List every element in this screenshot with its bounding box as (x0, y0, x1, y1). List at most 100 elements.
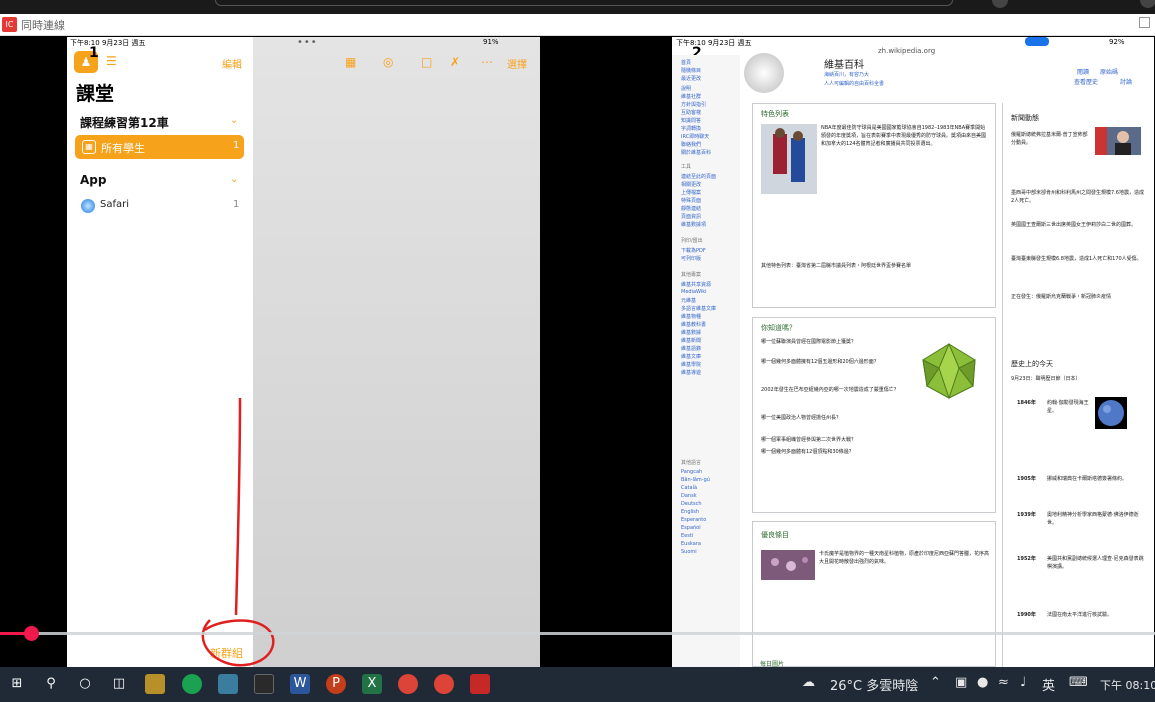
video-progress-handle[interactable] (24, 626, 39, 641)
chrome-icon[interactable] (398, 674, 418, 694)
wiki-nav-link[interactable]: 維基文庫 (681, 353, 701, 360)
history-entry[interactable]: 法國在南太平洋進行核試驗。 (1047, 611, 1147, 643)
history-entry[interactable]: 約翰·伽勒發現海王星。 (1047, 399, 1091, 459)
weather-text[interactable]: 26°C 多雲時陰 (830, 675, 918, 694)
wiki-nav-link[interactable]: 維基物種 (681, 313, 701, 320)
dyk-item[interactable]: 2002年發生在巴布亞紐幾內亞的哪一次地震造成了嚴重傷亡？ (761, 386, 913, 402)
basketball-photo[interactable] (761, 124, 817, 194)
search-icon[interactable]: ⚲ (41, 674, 61, 694)
wiki-nav-link[interactable]: Pangcah (681, 469, 702, 475)
news-item[interactable]: 墨西哥中部米卻肯州和科利馬州之間發生規模7.6地震，造成2人死亡。 (1011, 189, 1145, 213)
wiki-nav-link[interactable]: 元維基 (681, 297, 696, 304)
app-icon[interactable] (218, 674, 238, 694)
putin-photo[interactable] (1095, 127, 1141, 155)
news-ongoing[interactable]: 正在發生：俄羅斯烏克蘭戰爭・新冠肺炎疫情 (1011, 293, 1145, 317)
good-article-box: 優良條目 卡氏魔芋是植物界的一種天南星科植物，原產於印度尼西亞蘇門答臘，花序高大… (752, 521, 996, 667)
wiki-nav-link[interactable]: 知識問答 (681, 117, 701, 124)
did-you-know-box: 你知道嗎？ 哪一位蘇聯演員曾經在國際電影節上獲獎？ 哪一個幾何多面體擁有12個五… (752, 317, 996, 513)
wikipedia-globe-logo[interactable] (744, 53, 784, 93)
wiki-nav-link[interactable]: 方針與指引 (681, 101, 706, 108)
wiki-nav-link[interactable]: Dansk (681, 493, 697, 499)
wiki-nav-link[interactable]: 多語言維基文庫 (681, 305, 716, 312)
cortana-icon[interactable]: ○ (75, 674, 95, 694)
wiki-nav-link[interactable]: 維基數據 (681, 329, 701, 336)
microphone-icon[interactable]: ● (977, 675, 988, 690)
wiki-nav-link[interactable]: 維基社群 (681, 93, 701, 100)
history-entry[interactable]: 奧地利精神分析學家西格蒙德·佛洛伊德逝世。 (1047, 511, 1147, 543)
keyboard-icon[interactable]: ⌨ (1069, 675, 1088, 690)
wiki-nav-link[interactable]: Bân-lâm-gú (681, 477, 710, 483)
wiki-nav-link[interactable]: 維基導遊 (681, 369, 701, 376)
history-entry[interactable]: 美國共和黨副總統候選人理查·尼克森發表跳棋演講。 (1047, 555, 1147, 595)
wiki-nav-link[interactable]: 下載為PDF (681, 247, 706, 254)
tab-read[interactable]: 閱讀 (1077, 67, 1089, 76)
windows-start-icon[interactable]: ⊞ (7, 674, 27, 694)
tab-talk[interactable]: 討論 (1120, 77, 1132, 86)
word-icon[interactable]: W (290, 674, 310, 694)
tab-source[interactable]: 原始碼 (1100, 67, 1118, 76)
wiki-nav-link[interactable]: Deutsch (681, 501, 702, 507)
polyhedron-image[interactable] (919, 342, 981, 400)
wiki-nav-link[interactable]: Suomi (681, 549, 697, 555)
app-icon[interactable] (254, 674, 274, 694)
wiki-nav-link[interactable]: 上傳檔案 (681, 189, 701, 196)
dyk-item[interactable]: 哪一個幾何多面體擁有12個五邊形和20個六邊形面？ (761, 358, 913, 374)
wiki-nav-link[interactable]: 維基數據項 (681, 221, 706, 228)
wiki-nav-link[interactable]: 頁面資訊 (681, 213, 701, 220)
wiki-nav-link[interactable]: 相關更改 (681, 181, 701, 188)
wiki-nav-link[interactable]: 維基語錄 (681, 345, 701, 352)
news-item[interactable]: 臺灣臺東縣發生規模6.8地震，造成1人死亡和170人受傷。 (1011, 255, 1145, 279)
powerpoint-icon[interactable]: P (326, 674, 346, 694)
wiki-nav-link[interactable]: Euskara (681, 541, 701, 547)
network-icon[interactable]: ▣ (955, 675, 967, 690)
wiki-nav-link[interactable]: MediaWiki (681, 289, 707, 295)
wiki-nav-link[interactable]: 維基教科書 (681, 321, 706, 328)
featured-list-more[interactable]: 其他特色列表：臺灣省第二屆縣市議員列表・阿根廷世界盃參賽名單 (761, 262, 989, 278)
dyk-item[interactable]: 哪一位蘇聯演員曾經在國際電影節上獲獎？ (761, 338, 913, 354)
neptune-image[interactable] (1095, 397, 1127, 429)
wiki-nav-link[interactable]: 首頁 (681, 59, 691, 66)
wiki-nav-link[interactable]: 隨機條目 (681, 67, 701, 74)
wiki-nav-link[interactable]: 維基新聞 (681, 337, 701, 344)
task-view-icon[interactable]: ◫ (109, 674, 129, 694)
dyk-item[interactable]: 哪一位美國政治人物曾經擔任州長？ (761, 414, 981, 430)
wiki-nav-link[interactable]: Català (681, 485, 697, 491)
wiki-nav-link[interactable]: 字詞轉換 (681, 125, 701, 132)
video-progress-track[interactable] (0, 632, 1155, 635)
news-item[interactable]: 英國國王查爾斯三世出席英國女王伊莉莎白二世的國葬。 (1011, 221, 1145, 245)
plant-photo[interactable] (761, 550, 815, 580)
weather-icon[interactable]: ☁ (802, 675, 815, 690)
wiki-nav-link[interactable]: 最近更改 (681, 75, 701, 82)
on-this-day-date[interactable]: 9月23日：聲明歷日節（日本） (1011, 375, 1145, 391)
taskbar-clock[interactable]: 下午 08:10 (1100, 677, 1155, 693)
chrome-icon[interactable] (434, 674, 454, 694)
wiki-nav-link[interactable]: 靜態連結 (681, 205, 701, 212)
url-bar[interactable]: zh.wikipedia.org (878, 47, 935, 55)
wiki-nav-link[interactable]: 可列印版 (681, 255, 701, 262)
wiki-nav-link[interactable]: 說明 (681, 85, 691, 92)
line-icon[interactable] (182, 674, 202, 694)
dyk-item[interactable]: 哪一個幾何多面體有12個頂點和30條邊？ (761, 448, 981, 464)
wiki-nav-link[interactable]: IRC即時聊天 (681, 133, 709, 140)
ime-indicator[interactable]: 英 (1042, 675, 1055, 694)
file-explorer-icon[interactable] (145, 674, 165, 694)
tray-chevron-icon[interactable]: ⌃ (930, 675, 941, 690)
excel-icon[interactable]: X (362, 674, 382, 694)
history-entry[interactable]: 挪威和瑞典在卡爾斯塔德簽署條約。 (1047, 475, 1147, 499)
wiki-nav-link[interactable]: 互助客棧 (681, 109, 701, 116)
wifi-icon[interactable]: ≈ (998, 675, 1009, 690)
screen-recorder-icon[interactable] (470, 674, 490, 694)
wiki-nav-link[interactable]: Eesti (681, 533, 693, 539)
wiki-nav-link[interactable]: 維基共享資源 (681, 281, 711, 288)
news-item[interactable]: 俄羅斯總統弗拉基米爾·普丁宣佈部分動員。 (1011, 131, 1091, 171)
wiki-nav-link[interactable]: English (681, 509, 699, 515)
wiki-nav-link[interactable]: Esperanto (681, 517, 706, 523)
tab-history[interactable]: 查看歷史 (1074, 77, 1098, 86)
wiki-nav-link[interactable]: Español (681, 525, 701, 531)
wiki-nav-link[interactable]: 連結至此的頁面 (681, 173, 716, 180)
wiki-nav-link[interactable]: 特殊頁面 (681, 197, 701, 204)
volume-icon[interactable]: ♩ (1020, 675, 1026, 690)
wiki-nav-link[interactable]: 聯絡我們 (681, 141, 701, 148)
wiki-nav-link[interactable]: 維基學院 (681, 361, 701, 368)
wiki-nav-link[interactable]: 關於維基百科 (681, 149, 711, 156)
